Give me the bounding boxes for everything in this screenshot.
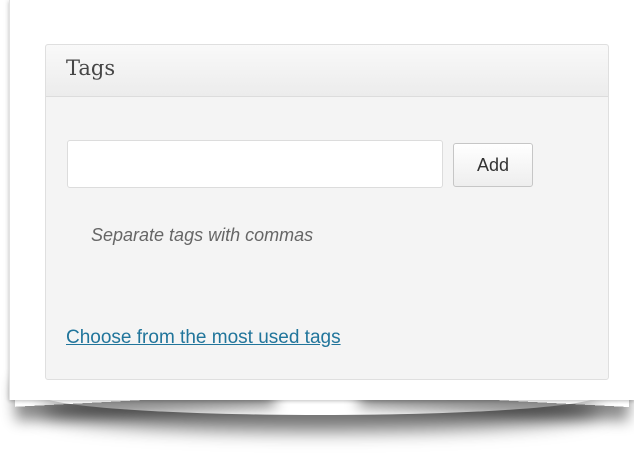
- tags-meta-box: Tags Add Separate tags with commas Choos…: [45, 44, 609, 380]
- tags-box-title: Tags: [66, 56, 116, 80]
- tags-hint-text: Separate tags with commas: [91, 225, 314, 245]
- tags-box-header[interactable]: Tags: [46, 45, 608, 97]
- screenshot-card: Tags Add Separate tags with commas Choos…: [9, 0, 634, 400]
- most-used-tags-link[interactable]: Choose from the most used tags: [66, 327, 341, 349]
- add-tag-button[interactable]: Add: [453, 143, 533, 187]
- new-tag-input[interactable]: [67, 140, 443, 188]
